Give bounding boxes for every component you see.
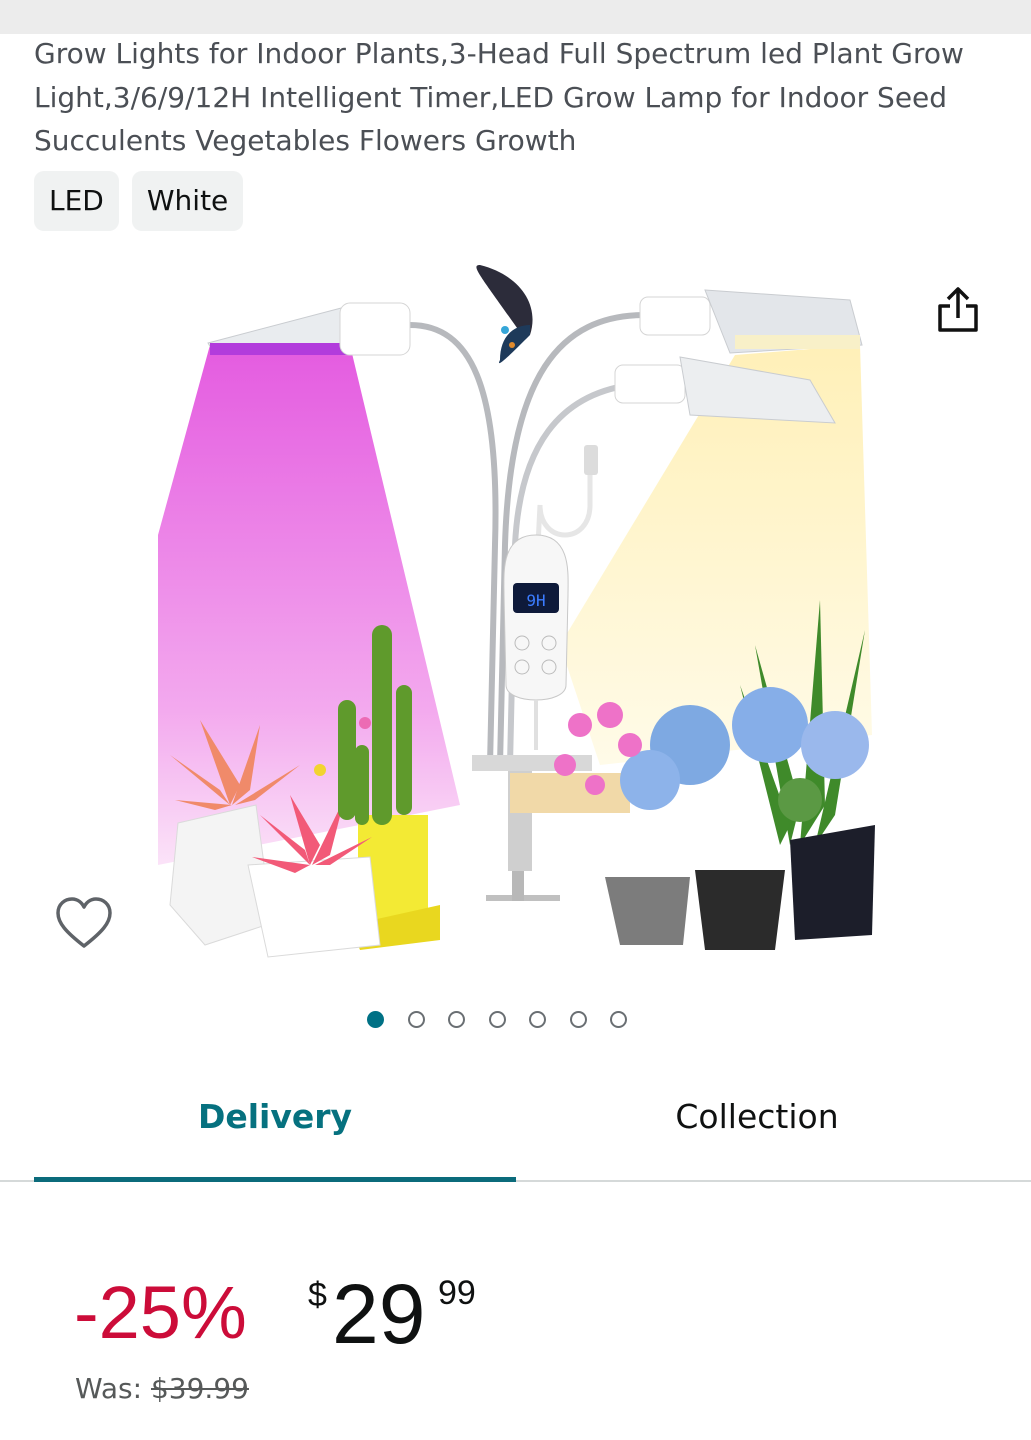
- pagination-dot-5[interactable]: [529, 1011, 546, 1028]
- heart-icon: [56, 897, 112, 948]
- product-title: Grow Lights for Indoor Plants,3-Head Ful…: [34, 37, 964, 157]
- pagination-dot-4[interactable]: [488, 1011, 506, 1028]
- pagination-dot-3[interactable]: [448, 1011, 465, 1028]
- share-icon: [938, 287, 978, 332]
- product-image-gallery[interactable]: 9H: [0, 245, 1031, 990]
- price-fraction: 99: [438, 1274, 476, 1312]
- price-whole: 29: [332, 1267, 426, 1361]
- product-image: 9H: [158, 265, 875, 958]
- price-currency-symbol: $: [308, 1276, 327, 1314]
- purple-light-beam: [158, 345, 460, 865]
- pagination-dot-1[interactable]: [367, 1011, 384, 1028]
- top-status-strip: [0, 0, 1031, 34]
- variant-chips: LED White: [34, 171, 244, 231]
- pagination-dot-2[interactable]: [407, 1011, 425, 1028]
- timer-display: 9H: [526, 591, 545, 610]
- tab-delivery[interactable]: Delivery: [34, 1097, 516, 1136]
- left-lamp-head: [207, 302, 411, 356]
- share-button[interactable]: [928, 280, 988, 340]
- chip-white[interactable]: White: [131, 171, 244, 231]
- pagination-dot-6[interactable]: [569, 1011, 587, 1028]
- chip-led[interactable]: LED: [34, 171, 119, 231]
- wishlist-button[interactable]: [52, 892, 116, 956]
- was-price: $39.99: [150, 1372, 249, 1405]
- was-price-row: Was: $39.99: [75, 1372, 249, 1405]
- image-pagination-dots: [367, 1011, 627, 1028]
- butterfly: [476, 265, 533, 364]
- discount-percentage: -25%: [74, 1271, 247, 1354]
- pagination-dot-7[interactable]: [610, 1011, 627, 1028]
- was-label: Was:: [75, 1372, 143, 1405]
- active-tab-indicator: [34, 1177, 516, 1182]
- tab-collection[interactable]: Collection: [516, 1097, 998, 1136]
